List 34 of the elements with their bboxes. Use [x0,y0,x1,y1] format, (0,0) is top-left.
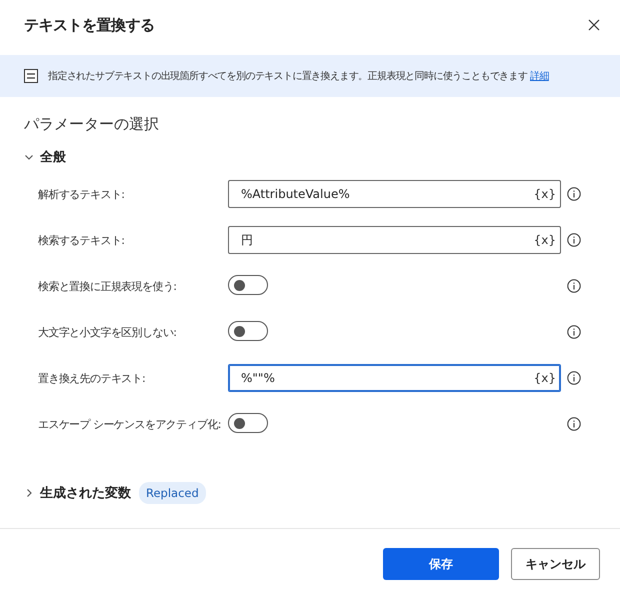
details-link[interactable]: 詳細 [530,71,549,82]
info-icon[interactable] [567,233,581,247]
info-icon[interactable] [567,417,581,431]
general-expander[interactable]: 全般 [24,148,66,166]
info-icon[interactable] [567,279,581,293]
text-field[interactable]: %AttributeValue% {x} [228,180,561,208]
text-document-icon [24,69,38,83]
dialog-title: テキストを置換する [24,16,154,34]
variable-button[interactable]: {x} [532,187,558,201]
toggle-switch[interactable] [228,412,268,432]
info-icon[interactable] [567,325,581,339]
text-field[interactable]: %""% {x} [228,364,561,392]
field-label: 置き換え先のテキスト: [38,370,146,386]
description-text: 指定されたサブテキストの出現箇所すべてを別のテキストに置き換えます。正規表現と同時に使うこともできます 詳細 [48,70,549,83]
text-field[interactable]: 円 {x} [228,226,561,254]
field-label: 解析するテキスト: [38,186,124,202]
field-label: 大文字と小文字を区別しない: [38,324,176,340]
cancel-button[interactable]: キャンセル [511,548,600,580]
variable-tag[interactable]: Replaced [139,482,206,504]
close-button[interactable] [586,17,602,33]
info-icon[interactable] [567,371,581,385]
section-heading: パラメーターの選択 [24,115,160,134]
chevron-icon [24,488,34,498]
info-icon[interactable] [567,187,581,201]
field-label: 検索するテキスト: [38,232,124,248]
toggle-switch[interactable] [228,320,268,340]
toggle-switch[interactable] [228,274,268,294]
variables-expander[interactable]: 生成された変数 [24,484,131,502]
variable-button[interactable]: {x} [532,371,558,385]
field-label: エスケープ シーケンスをアクティブ化: [38,416,221,432]
save-button[interactable]: 保存 [383,548,499,580]
variable-button[interactable]: {x} [532,233,558,247]
field-label: 検索と置換に正規表現を使う: [38,278,176,294]
chevron-icon [24,152,34,162]
